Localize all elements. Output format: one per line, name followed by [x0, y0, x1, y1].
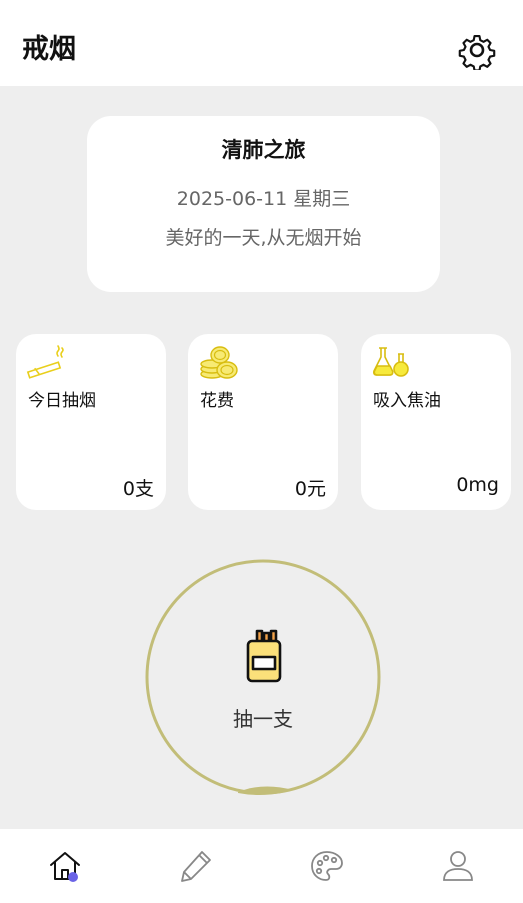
user-icon	[442, 851, 473, 881]
pencil-icon	[181, 851, 212, 882]
stat-card-cost: 花费 0元	[188, 334, 338, 510]
bottom-navigation	[0, 829, 523, 903]
slogan-text: 美好的一天,从无烟开始	[165, 227, 362, 249]
journey-title: 清肺之旅	[221, 138, 306, 162]
stat-value: 0mg	[456, 474, 499, 496]
stat-label: 吸入焦油	[373, 391, 441, 411]
cigarette-icon	[26, 345, 64, 379]
settings-button[interactable]	[455, 28, 499, 72]
nav-record[interactable]	[166, 836, 226, 896]
home-icon	[50, 852, 81, 882]
nav-home[interactable]	[35, 836, 95, 896]
stat-label: 花费	[200, 391, 234, 411]
flask-icon	[373, 347, 409, 377]
palette-icon	[310, 851, 343, 881]
stat-label: 今日抽烟	[28, 391, 96, 411]
cigarette-pack-icon	[246, 629, 282, 683]
smoke-one-label: 抽一支	[233, 707, 293, 731]
stat-card-cigarettes-today: 今日抽烟 0支	[16, 334, 166, 510]
nav-profile[interactable]	[428, 836, 488, 896]
gear-icon	[458, 34, 496, 70]
stat-value: 0支	[122, 478, 154, 500]
stat-value: 0元	[294, 478, 326, 500]
app-title: 戒烟	[22, 34, 76, 65]
current-date: 2025-06-11 星期三	[176, 188, 351, 210]
stat-card-tar: 吸入焦油 0mg	[361, 334, 511, 510]
coins-icon	[200, 346, 238, 379]
nav-theme[interactable]	[297, 836, 357, 896]
journey-card: 清肺之旅 2025-06-11 星期三 美好的一天,从无烟开始	[87, 116, 440, 292]
smoke-one-button[interactable]: 抽一支	[145, 559, 381, 795]
top-app-bar: 戒烟	[0, 0, 523, 86]
